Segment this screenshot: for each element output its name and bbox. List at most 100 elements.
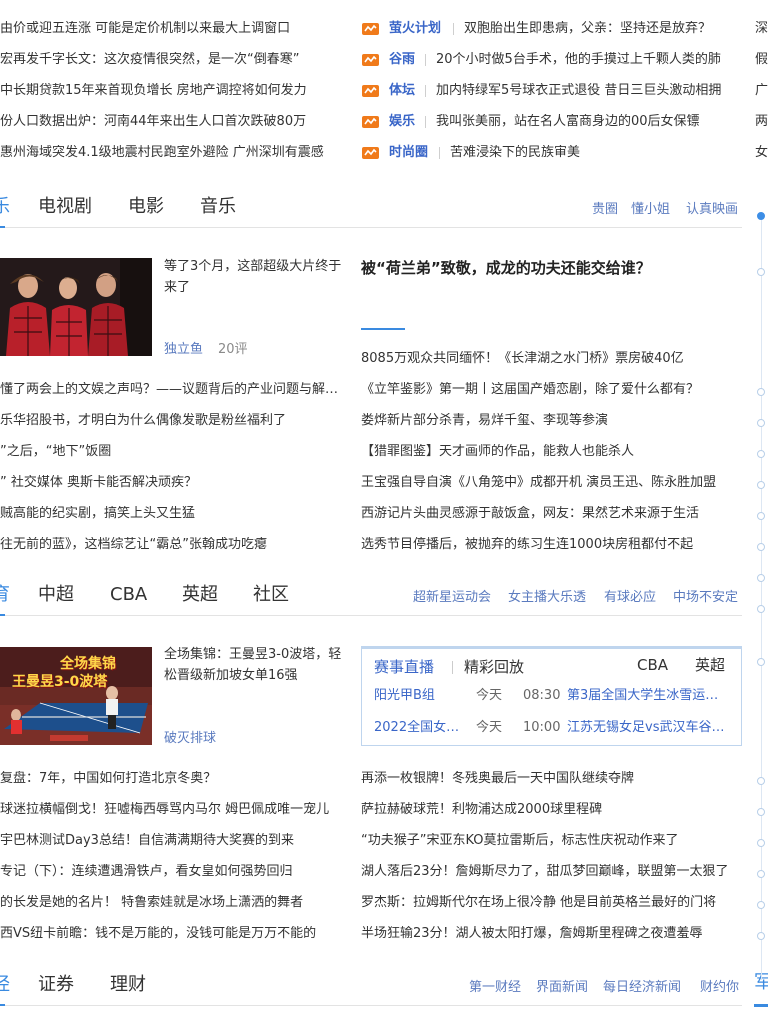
featured-title[interactable]: 苦难浸染下的民族审美 <box>450 145 742 161</box>
timeline-dot[interactable] <box>757 419 765 427</box>
list-item[interactable]: 宇巴林测试Day3总结！自信满满期待大奖赛的到来 <box>0 833 346 849</box>
list-item[interactable]: 的长发是她的名片！ 特鲁索娃就是冰场上潇洒的舞者 <box>0 895 346 911</box>
sports-thumbnail[interactable]: 全场集锦 王曼昱3-0波塔 <box>0 647 152 745</box>
list-item[interactable]: 萨拉赫破球荒！利物浦达成2000球里程碑 <box>361 802 742 818</box>
timeline-dot[interactable] <box>757 658 765 666</box>
tab-epl[interactable]: 英超 <box>182 584 218 606</box>
timeline-dot[interactable] <box>757 932 765 940</box>
timeline-dot[interactable] <box>757 839 765 847</box>
list-item[interactable]: 娄烨新片部分杀青，易烊千玺、李现等参演 <box>361 413 742 429</box>
match-group[interactable]: 阳光甲B组 <box>374 688 466 704</box>
news-item[interactable]: 中长期贷款15年来首现负增长 房地产调控将如何发力 <box>0 83 340 99</box>
sublink-guiquan[interactable]: 贵圈 <box>592 202 618 218</box>
featured-channel[interactable]: 萤火计划 <box>389 21 441 37</box>
news-item-clipped[interactable]: 两 <box>755 114 768 130</box>
list-item[interactable]: 贼高能的纪实剧，搞笑上头又生猛 <box>0 506 346 522</box>
list-item[interactable]: 半场狂输23分！湖人被太阳打爆，詹姆斯里程碑之夜遭羞辱 <box>361 926 742 942</box>
tab-box-epl[interactable]: 英超 <box>695 655 725 675</box>
match-title[interactable]: 第3届全国大学生冰雪运动会 <box>567 688 727 704</box>
featured-channel[interactable]: 娱乐 <box>389 114 415 130</box>
news-item-clipped[interactable]: 广 <box>755 83 768 99</box>
tab-community[interactable]: 社区 <box>253 584 289 606</box>
list-item[interactable]: “功夫猴子”宋亚东KO莫拉雷斯后，标志性庆祝动作来了 <box>361 833 742 849</box>
list-item[interactable]: 【猎罪图鉴】天才画师的作品，能救人也能杀人 <box>361 444 742 460</box>
timeline-dot[interactable] <box>757 808 765 816</box>
sublink-dongxiaojie[interactable]: 懂小姐 <box>631 202 670 218</box>
feature-source[interactable]: 破灭排球 <box>164 731 216 747</box>
sublink-anchor-lotto[interactable]: 女主播大乐透 <box>508 590 586 606</box>
list-item[interactable]: 西VS纽卡前瞻：钱不是万能的，没钱可能是万万不能的 <box>0 926 346 942</box>
sublink-yicai[interactable]: 第一财经 <box>469 980 521 996</box>
featured-channel[interactable]: 时尚圈 <box>389 145 428 161</box>
tab-ent[interactable]: 乐 <box>0 196 10 218</box>
tab-movie[interactable]: 电影 <box>128 196 164 218</box>
list-item[interactable]: ”之后，“地下”饭圈 <box>0 444 346 460</box>
news-item[interactable]: 由价或迎五连涨 可能是定价机制以来最大上调窗口 <box>0 21 340 37</box>
timeline-dot[interactable] <box>757 388 765 396</box>
tab-replay[interactable]: 精彩回放 <box>464 657 524 677</box>
sublink-supernova[interactable]: 超新星运动会 <box>413 590 491 606</box>
featured-channel[interactable]: 体坛 <box>389 83 415 99</box>
featured-title[interactable]: 双胞胎出生即患病，父亲：坚持还是放弃？ <box>464 21 742 37</box>
sublink-jiemian[interactable]: 界面新闻 <box>536 980 588 996</box>
featured-channel[interactable]: 谷雨 <box>389 52 415 68</box>
sublink-caiyueni[interactable]: 财约你 <box>700 980 739 996</box>
list-item[interactable]: 选秀节目停播后，被抛弃的练习生连1000块房租都付不起 <box>361 537 742 553</box>
sublink-youqiubiying[interactable]: 有球必应 <box>604 590 656 606</box>
tab-box-cba[interactable]: CBA <box>637 655 668 675</box>
timeline-dot[interactable] <box>757 605 765 613</box>
list-item[interactable]: 懂了两会上的文娱之声吗？——议题背后的产业问题与解决之道 <box>0 382 346 398</box>
timeline-dot[interactable] <box>757 543 765 551</box>
match-group[interactable]: 2022全国女子足球锦标赛 <box>374 720 466 736</box>
news-item[interactable]: 惠州海域突发4.1级地震村民跑室外避险 广州深圳有震感 <box>0 145 340 161</box>
list-item[interactable]: 8085万观众共同缅怀！《长津湖之水门桥》票房破40亿 <box>361 351 742 367</box>
news-item[interactable]: 宏再发千字长文：这次疫情很突然，是一次“倒春寒” <box>0 52 340 68</box>
feature-comments[interactable]: 20评 <box>218 342 248 358</box>
list-item[interactable]: 湖人落后23分！詹姆斯尽力了，甜瓜梦回巅峰，联盟第一太狠了 <box>361 864 742 880</box>
sublink-zhongchang[interactable]: 中场不安定 <box>673 590 738 606</box>
featured-title[interactable]: 20个小时做5台手术，他的手摸过上千颗人类的肺 <box>436 52 742 68</box>
featured-title[interactable]: 我叫张美丽，站在名人富商身边的00后女保镖 <box>436 114 742 130</box>
tab-sports[interactable]: 育 <box>0 584 10 606</box>
sublink-nbd[interactable]: 每日经济新闻 <box>603 980 681 996</box>
tab-wealth[interactable]: 理财 <box>110 974 146 996</box>
list-item[interactable]: 球迷拉横幅倒戈！狂嘘梅西辱骂内马尔 姆巴佩成唯一宠儿 <box>0 802 340 818</box>
tab-live[interactable]: 赛事直播 <box>374 657 434 677</box>
news-item-clipped[interactable]: 深 <box>755 21 768 37</box>
tab-tv[interactable]: 电视剧 <box>38 196 92 218</box>
feature-source[interactable]: 独立鱼 <box>164 342 203 358</box>
list-item[interactable]: 往无前的蓝》，这档综艺让“霸总”张翰成功吃瘪 <box>0 537 346 553</box>
tab-music[interactable]: 音乐 <box>200 196 236 218</box>
featured-title[interactable]: 加内特绿军5号球衣正式退役 昔日三巨头激动相拥 <box>436 83 730 99</box>
news-item[interactable]: 份人口数据出炉：河南44年来出生人口首次跌破80万 <box>0 114 340 130</box>
timeline-dot[interactable] <box>757 574 765 582</box>
timeline-dot[interactable] <box>757 901 765 909</box>
timeline-dot[interactable] <box>757 268 765 276</box>
match-title[interactable]: 江苏无锡女足vs武汉车谷江大女足 <box>567 720 727 736</box>
news-item-clipped[interactable]: 女 <box>755 145 768 161</box>
timeline-dot[interactable] <box>757 870 765 878</box>
list-item[interactable]: 《立竿鉴影》第一期丨这届国产婚恋剧，除了爱什么都有？ <box>361 382 742 398</box>
timeline-dot[interactable] <box>757 777 765 785</box>
feature-title[interactable]: 全场集锦：王曼昱3-0波塔，轻松晋级新加坡女单16强 <box>164 644 344 686</box>
news-item-clipped[interactable]: 假 <box>755 52 768 68</box>
tab-finance[interactable]: 经 <box>0 974 10 996</box>
tab-securities[interactable]: 证券 <box>38 974 74 996</box>
list-item[interactable]: 王宝强自导自演《八角笼中》成都开机 演员王迅、陈永胜加盟 <box>361 475 731 491</box>
timeline-dot[interactable] <box>757 481 765 489</box>
list-item[interactable]: 乐华招股书，才明白为什么偶像发歌是粉丝福利了 <box>0 413 346 429</box>
list-item[interactable]: 复盘：7年，中国如何打造北京冬奥？ <box>0 771 346 787</box>
list-item[interactable]: 罗杰斯：拉姆斯代尔在场上很冷静 他是目前英格兰最好的门将 <box>361 895 731 911</box>
timeline-dot-active[interactable] <box>757 212 765 220</box>
timeline-dot[interactable] <box>757 512 765 520</box>
headline[interactable]: 被“荷兰弟”致敬，成龙的功夫还能交给谁？ <box>361 258 651 278</box>
list-item[interactable]: ” 社交媒体 奥斯卡能否解决顽疾？ <box>0 475 346 491</box>
feature-title[interactable]: 等了3个月，这部超级大片终于来了 <box>164 256 344 298</box>
sublink-renzhenyinghua[interactable]: 认真映画 <box>686 202 738 218</box>
list-item[interactable]: 专记（下）：连续遭遇滑铁卢，看女皇如何强势回归 <box>0 864 346 880</box>
tab-cba[interactable]: CBA <box>110 584 147 606</box>
timeline-dot[interactable] <box>757 450 765 458</box>
list-item[interactable]: 再添一枚银牌！冬残奥最后一天中国队继续夺牌 <box>361 771 742 787</box>
tab-csl[interactable]: 中超 <box>38 584 74 606</box>
list-item[interactable]: 西游记片头曲灵感源于敲饭盒，网友：果然艺术来源于生活 <box>361 506 742 522</box>
